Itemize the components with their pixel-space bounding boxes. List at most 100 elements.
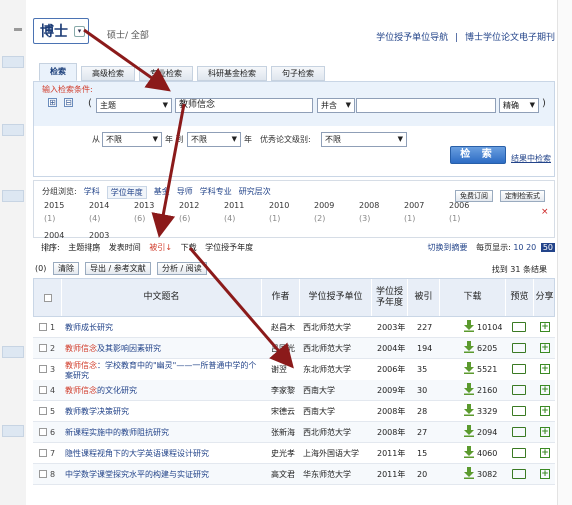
- row-unit[interactable]: 东北师范大学: [303, 359, 373, 380]
- year-item[interactable]: 2006 (1): [449, 201, 494, 227]
- share-plus-icon[interactable]: +: [540, 469, 550, 479]
- book-preview-icon[interactable]: [512, 427, 526, 437]
- year-item[interactable]: 2012 (6): [179, 201, 224, 227]
- download-icon[interactable]: [463, 341, 475, 353]
- per-page-20[interactable]: 20: [526, 243, 536, 252]
- year-item[interactable]: 2009 (2): [314, 201, 359, 227]
- from-year-select[interactable]: 不限 ▼: [102, 132, 162, 147]
- year-item[interactable]: 2007 (1): [404, 201, 449, 227]
- row-citation[interactable]: 15: [417, 443, 439, 464]
- header-citation[interactable]: 被引: [408, 279, 440, 316]
- field-select[interactable]: 主题 ▼: [96, 98, 172, 113]
- book-preview-icon[interactable]: [512, 406, 526, 416]
- export-button[interactable]: 导出 / 参考文献: [85, 262, 151, 275]
- row-author[interactable]: 张新海: [271, 422, 301, 443]
- share-plus-icon[interactable]: +: [540, 343, 550, 353]
- row-citation[interactable]: 194: [417, 338, 439, 359]
- row-unit[interactable]: 西南大学: [303, 380, 373, 401]
- group-level[interactable]: 研究层次: [239, 186, 271, 199]
- share-plus-icon[interactable]: +: [540, 322, 550, 332]
- download-icon[interactable]: [463, 467, 475, 479]
- row-citation[interactable]: 30: [417, 380, 439, 401]
- download-icon[interactable]: [463, 404, 475, 416]
- share-plus-icon[interactable]: +: [540, 364, 550, 374]
- chevron-down-icon[interactable]: ▾: [74, 25, 85, 37]
- row-author[interactable]: 宋德云: [271, 401, 301, 422]
- to-year-select[interactable]: 不限 ▼: [187, 132, 241, 147]
- combine-select[interactable]: 并含 ▼: [317, 98, 355, 113]
- share-plus-icon[interactable]: +: [540, 448, 550, 458]
- per-page-10[interactable]: 10: [513, 243, 523, 252]
- row-author[interactable]: 史光孝: [271, 443, 301, 464]
- remove-row-icon[interactable]: ⊟: [64, 98, 73, 107]
- header-unit[interactable]: 学位授予单位: [300, 279, 372, 316]
- book-preview-icon[interactable]: [512, 364, 526, 374]
- row-author[interactable]: 谢翌: [271, 359, 301, 380]
- header-download[interactable]: 下载: [440, 279, 506, 316]
- row-title[interactable]: 中学数学课堂探究水平的构建与实证研究: [65, 464, 261, 485]
- sort-citation[interactable]: 被引↓: [149, 243, 172, 252]
- row-title[interactable]: 教师信念及其影响因素研究: [65, 338, 261, 359]
- right-scrollbar[interactable]: [557, 0, 572, 505]
- book-preview-icon[interactable]: [512, 343, 526, 353]
- download-icon[interactable]: [463, 425, 475, 437]
- degree-selector[interactable]: 博士 ▾: [33, 18, 89, 44]
- close-icon[interactable]: ×: [541, 207, 549, 217]
- row-unit[interactable]: 华东师范大学: [303, 464, 373, 485]
- tab-professional-search[interactable]: 专业检索: [139, 66, 193, 81]
- result-search-link[interactable]: 结果中检索: [511, 153, 551, 164]
- row-author[interactable]: 高文君: [271, 464, 301, 485]
- download-icon[interactable]: [463, 362, 475, 374]
- share-plus-icon[interactable]: +: [540, 427, 550, 437]
- row-title[interactable]: 隐性课程视角下的大学英语课程设计研究: [65, 443, 261, 464]
- download-icon[interactable]: [463, 320, 475, 332]
- add-row-icon[interactable]: ⊞: [48, 98, 57, 107]
- row-checkbox[interactable]: [39, 386, 47, 394]
- row-title[interactable]: 新课程实施中的教师阻抗研究: [65, 422, 261, 443]
- sort-topic[interactable]: 主题排序: [68, 243, 100, 252]
- row-checkbox[interactable]: [39, 365, 47, 373]
- search-term-input[interactable]: 教师信念: [175, 98, 313, 113]
- row-checkbox[interactable]: [39, 344, 47, 352]
- row-checkbox[interactable]: [39, 407, 47, 415]
- group-fund[interactable]: 基金: [154, 186, 170, 199]
- tab-search[interactable]: 检索: [39, 63, 77, 81]
- sort-download[interactable]: 下载: [181, 243, 197, 252]
- book-preview-icon[interactable]: [512, 385, 526, 395]
- row-citation[interactable]: 28: [417, 401, 439, 422]
- row-author[interactable]: 吕国光: [271, 338, 301, 359]
- row-checkbox[interactable]: [39, 323, 47, 331]
- share-plus-icon[interactable]: +: [540, 406, 550, 416]
- share-plus-icon[interactable]: +: [540, 385, 550, 395]
- row-unit[interactable]: 上海外国语大学: [303, 443, 373, 464]
- book-preview-icon[interactable]: [512, 469, 526, 479]
- row-checkbox[interactable]: [39, 470, 47, 478]
- year-item[interactable]: 2011 (4): [224, 201, 269, 227]
- row-author[interactable]: 李家黎: [271, 380, 301, 401]
- group-subject[interactable]: 学科: [84, 186, 100, 199]
- tab-sentence-search[interactable]: 句子检索: [271, 66, 325, 81]
- book-preview-icon[interactable]: [512, 322, 526, 332]
- year-item[interactable]: 2014 (4): [89, 201, 134, 227]
- sort-degree-year[interactable]: 学位授予年度: [205, 243, 253, 252]
- row-citation[interactable]: 35: [417, 359, 439, 380]
- row-title[interactable]: 教师成长研究: [65, 317, 261, 338]
- search-button[interactable]: 检 索: [450, 146, 506, 164]
- analyze-button[interactable]: 分析 / 阅读: [157, 262, 207, 275]
- row-author[interactable]: 赵昌木: [271, 317, 301, 338]
- clear-button[interactable]: 清除: [53, 262, 79, 275]
- row-unit[interactable]: 西南大学: [303, 401, 373, 422]
- row-title[interactable]: 教师教学决策研究: [65, 401, 261, 422]
- per-page-50[interactable]: 50: [540, 243, 555, 252]
- select-all-checkbox[interactable]: [43, 293, 52, 302]
- row-citation[interactable]: 227: [417, 317, 439, 338]
- group-major[interactable]: 学科专业: [200, 186, 232, 199]
- book-preview-icon[interactable]: [512, 448, 526, 458]
- row-title[interactable]: 教师信念的文化研究: [65, 380, 261, 401]
- row-checkbox[interactable]: [39, 449, 47, 457]
- row-unit[interactable]: 西北师范大学: [303, 317, 373, 338]
- row-citation[interactable]: 27: [417, 422, 439, 443]
- download-icon[interactable]: [463, 383, 475, 395]
- row-citation[interactable]: 20: [417, 464, 439, 485]
- link-journal[interactable]: 博士学位论文电子期刊: [465, 33, 555, 43]
